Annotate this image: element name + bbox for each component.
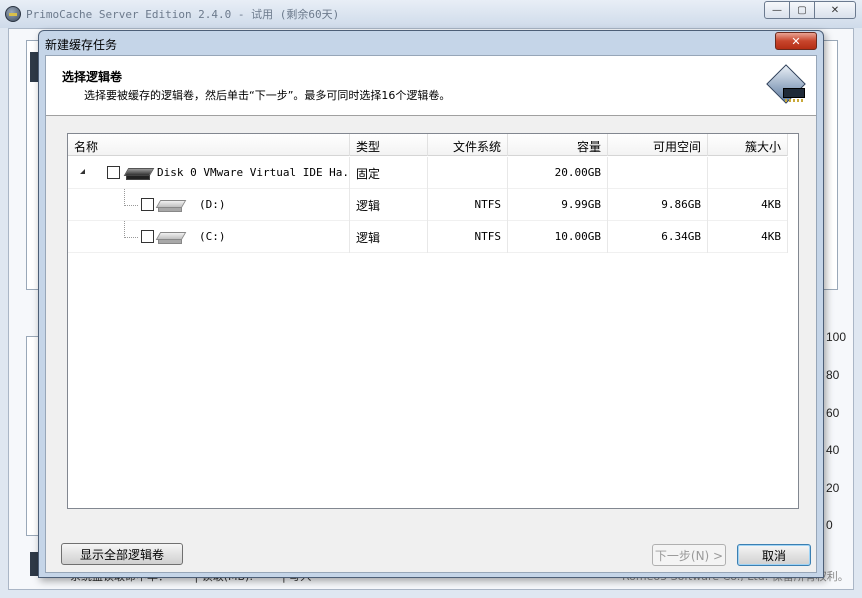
window-controls: — ▢ ✕ [764,1,856,19]
disk-checkbox[interactable] [107,166,120,179]
y-tick: 60 [826,406,840,420]
y-tick: 0 [826,518,833,532]
minimize-button[interactable]: — [764,1,790,19]
type-cell: 逻辑 [350,189,428,221]
stats-y-axis: 100 80 60 40 20 0 [826,330,856,532]
column-header-name[interactable]: 名称 [68,134,350,156]
dialog-titlebar: 新建缓存任务 ✕ [39,31,823,55]
cluster-size-cell: 4KB [708,189,788,221]
name-cell: (D:) [68,189,350,221]
y-tick: 40 [826,443,840,457]
cluster-size-cell: 4KB [708,221,788,253]
table-row[interactable]: (D:) 逻辑 NTFS 9.99GB 9.86GB 4KB [68,189,788,221]
restore-button[interactable]: ▢ [789,1,815,19]
volume-list-header: 名称 类型 文件系统 容量 可用空间 簇大小 [68,134,788,156]
main-window-title: PrimoCache Server Edition 2.4.0 - 试用 (剩余… [26,8,340,21]
column-header-free-space[interactable]: 可用空间 [608,134,708,156]
free-space-cell [608,157,708,189]
dialog-close-button[interactable]: ✕ [775,32,817,50]
column-header-filesystem[interactable]: 文件系统 [428,134,508,156]
table-row[interactable]: (C:) 逻辑 NTFS 10.00GB 6.34GB 4KB [68,221,788,253]
show-all-volumes-button[interactable]: 显示全部逻辑卷 [61,543,183,565]
volume-name: (C:) [199,230,226,243]
y-tick: 100 [826,330,847,344]
collapse-arrow-icon[interactable] [80,169,85,174]
volume-name: (D:) [199,198,226,211]
name-cell: Disk 0 VMware Virtual IDE Ha... [68,157,350,189]
table-row[interactable]: Disk 0 VMware Virtual IDE Ha... 固定 20.00… [68,157,788,189]
app-icon [5,6,21,22]
cancel-button[interactable]: 取消 [737,544,811,566]
filesystem-cell [428,157,508,189]
column-header-type[interactable]: 类型 [350,134,428,156]
type-cell: 逻辑 [350,221,428,253]
capacity-cell: 20.00GB [508,157,608,189]
volume-list[interactable]: 名称 类型 文件系统 容量 可用空间 簇大小 Disk 0 VMware Vir… [67,133,799,509]
volume-icon [155,197,187,213]
volume-checkbox[interactable] [141,198,154,211]
wizard-step-subtitle: 选择要被缓存的逻辑卷，然后单击“下一步”。最多可同时选择16个逻辑卷。 [84,89,451,102]
dialog-title: 新建缓存任务 [45,38,118,52]
free-space-cell: 6.34GB [608,221,708,253]
wizard-header: 选择逻辑卷 选择要被缓存的逻辑卷，然后单击“下一步”。最多可同时选择16个逻辑卷… [46,56,816,116]
next-button[interactable]: 下一步(N) > [652,544,726,566]
free-space-cell: 9.86GB [608,189,708,221]
disk-name: Disk 0 VMware Virtual IDE Ha... [157,166,350,179]
new-cache-task-dialog: 新建缓存任务 ✕ 选择逻辑卷 选择要被缓存的逻辑卷，然后单击“下一步”。最多可同… [38,30,824,578]
capacity-cell: 9.99GB [508,189,608,221]
wizard-step-title: 选择逻辑卷 [62,70,123,84]
name-cell: (C:) [68,221,350,253]
column-header-capacity[interactable]: 容量 [508,134,608,156]
volume-icon [155,229,187,245]
cluster-size-cell [708,157,788,189]
cache-memory-icon [764,64,808,110]
filesystem-cell: NTFS [428,189,508,221]
type-cell: 固定 [350,157,428,189]
y-tick: 80 [826,368,840,382]
hard-disk-icon [123,165,155,181]
close-window-button[interactable]: ✕ [814,1,856,19]
dialog-body: 选择逻辑卷 选择要被缓存的逻辑卷，然后单击“下一步”。最多可同时选择16个逻辑卷… [45,55,817,573]
y-tick: 20 [826,481,840,495]
filesystem-cell: NTFS [428,221,508,253]
volume-checkbox[interactable] [141,230,154,243]
main-titlebar: PrimoCache Server Edition 2.4.0 - 试用 (剩余… [0,0,862,28]
capacity-cell: 10.00GB [508,221,608,253]
column-header-cluster-size[interactable]: 簇大小 [708,134,788,156]
